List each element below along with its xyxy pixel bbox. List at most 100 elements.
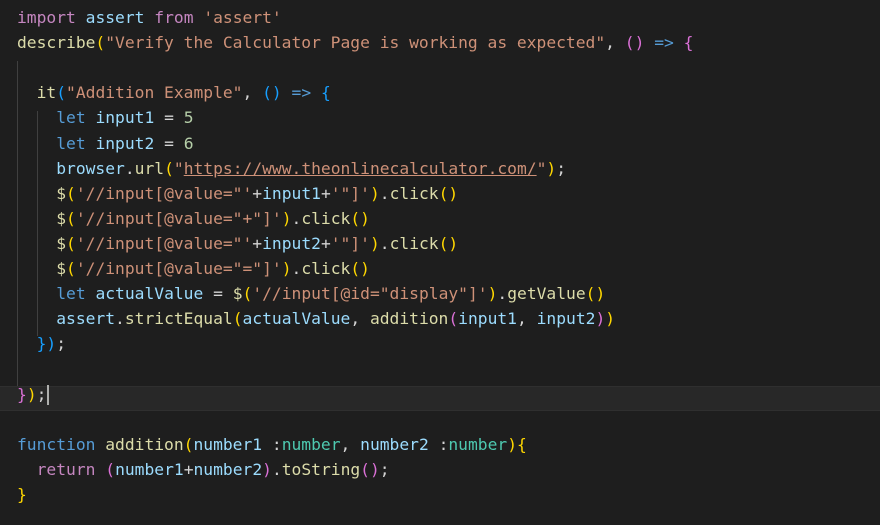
code-token: ( — [95, 33, 106, 53]
code-token: = — [154, 133, 184, 153]
code-token: '//input[@value="' — [75, 233, 253, 253]
code-token: ( — [183, 434, 194, 454]
code-editor[interactable]: import assert from 'assert' describe("Ver… — [0, 0, 880, 525]
code-token: browser — [56, 158, 125, 178]
code-token: => — [654, 33, 674, 53]
code-line[interactable]: }); — [17, 331, 66, 356]
code-line[interactable]: function addition(number1 :number, numbe… — [17, 432, 527, 457]
code-line[interactable]: let input2 = 6 — [17, 131, 194, 156]
code-line[interactable]: assert.strictEqual(actualValue, addition… — [17, 306, 615, 331]
code-token: ) — [546, 158, 557, 178]
code-token: url — [134, 158, 165, 178]
code-token: number2 — [193, 459, 263, 479]
code-token: ( — [66, 208, 76, 228]
code-token: let — [56, 108, 86, 128]
code-token: getValue — [507, 284, 586, 304]
code-token: $ — [56, 183, 67, 203]
code-token: . — [115, 309, 125, 329]
code-token: from — [154, 8, 194, 27]
code-line[interactable]: return (number1+number2).toString(); — [17, 457, 390, 482]
code-token: "Verify the Calculator Page is working a… — [105, 33, 606, 53]
code-line[interactable]: $('//input[@value="'+input2+'"]').click(… — [17, 231, 458, 256]
code-token: import — [17, 8, 76, 27]
code-token: it — [36, 83, 57, 103]
code-token: () — [360, 459, 380, 479]
code-line[interactable]: import assert from 'assert' — [17, 5, 282, 30]
code-line[interactable]: } — [17, 482, 27, 507]
code-token: : — [262, 434, 282, 454]
code-line[interactable]: let input1 = 5 — [17, 105, 193, 130]
code-line[interactable]: $('//input[@value="'+input1+'"]').click(… — [17, 181, 458, 206]
code-token: ( — [66, 183, 76, 203]
code-token: click — [301, 208, 351, 228]
code-line[interactable]: describe("Verify the Calculator Page is … — [17, 30, 693, 55]
code-token: number — [448, 434, 508, 454]
code-token: } — [17, 484, 27, 504]
code-token: () — [585, 284, 606, 304]
code-line[interactable]: }); — [17, 382, 50, 407]
code-token: ) — [487, 284, 498, 304]
code-token: () — [262, 83, 282, 103]
code-token: . — [379, 233, 390, 253]
code-token: + — [252, 233, 263, 253]
code-line[interactable]: $('//input[@value="+"]').click() — [17, 206, 370, 231]
code-line[interactable]: it("Addition Example", () => { — [17, 80, 331, 105]
code-token: { — [320, 83, 331, 103]
code-token: , — [350, 309, 370, 329]
code-token: 6 — [183, 133, 194, 153]
code-token: + — [320, 183, 331, 203]
code-token: " — [173, 158, 184, 178]
code-token: click — [301, 259, 351, 278]
code-token: , — [242, 83, 263, 103]
code-token: click — [389, 233, 439, 253]
code-token: , — [340, 434, 361, 454]
code-token: $ — [56, 208, 67, 228]
code-token: function — [17, 434, 96, 454]
code-token: ) — [605, 309, 616, 329]
code-token: . — [291, 259, 302, 278]
code-token: actualValue — [242, 309, 351, 329]
code-token: '//input[@value="="]' — [75, 259, 282, 278]
code-token: , — [517, 309, 537, 329]
code-token: addition — [105, 434, 184, 454]
code-token: number — [281, 434, 341, 454]
code-token: strictEqual — [124, 309, 233, 329]
code-token: ( — [66, 259, 76, 278]
code-line[interactable]: $('//input[@value="="]').click() — [17, 256, 370, 281]
code-token: 'assert' — [203, 8, 282, 27]
code-token: "Addition Example" — [66, 83, 243, 103]
code-token: return — [36, 459, 96, 479]
code-token: $ — [56, 259, 67, 278]
code-token: input1 — [95, 108, 155, 128]
code-token: '"]' — [330, 233, 370, 253]
code-token: ( — [232, 309, 243, 329]
code-token: => — [291, 83, 312, 103]
code-token: () — [350, 259, 370, 278]
code-token: input1 — [458, 309, 517, 329]
code-token: addition — [369, 309, 449, 329]
code-line[interactable]: let actualValue = $('//input[@id="displa… — [17, 281, 605, 306]
code-line[interactable]: browser.url("https://www.theonlinecalcul… — [17, 156, 566, 181]
code-token: = — [203, 284, 233, 304]
code-token: ; — [36, 384, 47, 404]
code-token: , — [605, 33, 625, 53]
code-token: () — [624, 33, 645, 53]
code-token: '//input[@id="display"]' — [252, 284, 488, 304]
